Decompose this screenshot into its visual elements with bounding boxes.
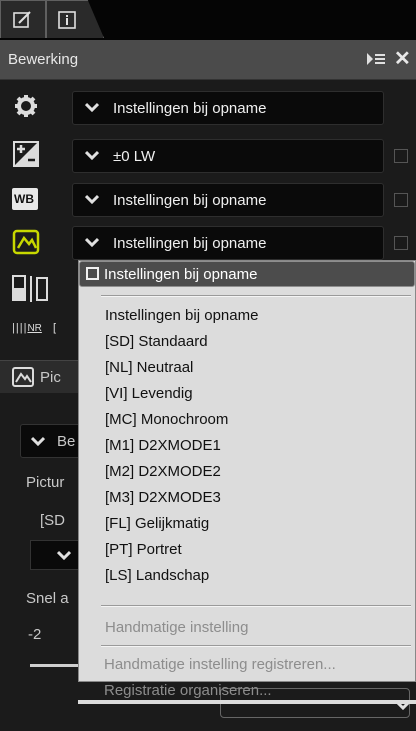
quick-adjust-label: Snel a — [26, 590, 69, 607]
menu-item-organize-registration: Registratie organiseren... — [104, 682, 272, 699]
menu-separator — [101, 605, 411, 607]
popup-current-label: Instellingen bij opname — [104, 266, 258, 283]
menu-item[interactable]: [M2] D2XMODE2 — [105, 463, 221, 480]
picture-control-selected-icon — [86, 267, 99, 280]
exposure-dropdown-value: ±0 LW — [113, 148, 156, 165]
popup-bottom-edge — [78, 700, 416, 704]
settings-dropdown[interactable]: Instellingen bij opname — [72, 91, 384, 125]
exposure-checkbox[interactable] — [394, 149, 408, 163]
exposure-compensation-icon — [13, 141, 39, 167]
picture-control-dropdown-value: Instellingen bij opname — [113, 235, 267, 252]
menu-item[interactable]: [PT] Portret — [105, 541, 182, 558]
menu-item-manual-setting: Handmatige instelling — [105, 619, 249, 636]
picture-control-section-icon — [12, 367, 34, 387]
exposure-dropdown[interactable]: ±0 LW — [72, 139, 384, 173]
menu-item[interactable]: [FL] Gelijkmatig — [105, 515, 209, 532]
menu-item[interactable]: [VI] Levendig — [105, 385, 193, 402]
info-icon — [57, 10, 76, 29]
menu-item[interactable]: [SD] Standaard — [105, 333, 208, 350]
chevron-down-icon — [31, 436, 45, 446]
noise-reduction-icon-text: NR — [27, 323, 42, 334]
picture-label: Pictur — [26, 474, 65, 491]
picture-control-section-title: Pic — [40, 369, 61, 386]
picture-control-checkbox[interactable] — [394, 236, 408, 250]
panel-title: Bewerking — [8, 51, 79, 68]
picture-sub-label: [SD — [40, 512, 66, 529]
chevron-down-icon — [85, 237, 99, 247]
popup-current-selection[interactable]: Instellingen bij opname — [79, 261, 415, 287]
chevron-down-icon — [57, 550, 71, 560]
picture-control-icon — [12, 229, 40, 255]
slider-min-label: -2 — [28, 626, 42, 643]
menu-item[interactable]: [M3] D2XMODE3 — [105, 489, 221, 506]
chevron-down-icon — [85, 194, 99, 204]
menu-separator — [101, 295, 411, 297]
white-balance-dropdown-value: Instellingen bij opname — [113, 192, 267, 209]
menu-item[interactable]: [NL] Neutraal — [105, 359, 193, 376]
picture-control-dropdown[interactable]: Instellingen bij opname — [72, 226, 384, 260]
close-icon[interactable]: ✕ — [394, 49, 411, 69]
menu-separator — [101, 645, 411, 647]
white-balance-dropdown[interactable]: Instellingen bij opname — [72, 183, 384, 217]
chevron-down-icon — [85, 150, 99, 160]
settings-gear-icon — [15, 95, 37, 117]
chevron-down-icon — [85, 102, 99, 112]
white-balance-icon: WB — [12, 188, 38, 210]
edit-icon — [13, 10, 31, 28]
noise-reduction-icon: ||||NR [ — [12, 322, 57, 334]
menu-item[interactable]: [LS] Landschap — [105, 567, 209, 584]
white-balance-icon-text: WB — [14, 192, 34, 206]
menu-item[interactable]: [MC] Monochroom — [105, 411, 228, 428]
menu-item[interactable]: Instellingen bij opname — [105, 307, 258, 324]
panel-menu-icon[interactable] — [366, 52, 386, 66]
panel-header: Bewerking ✕ — [0, 40, 416, 80]
tone-icon — [12, 275, 48, 302]
settings-dropdown-value: Instellingen bij opname — [113, 100, 267, 117]
menu-item[interactable]: [M1] D2XMODE1 — [105, 437, 221, 454]
picture-control-popup-menu: Instellingen bij opname Instellingen bij… — [78, 260, 416, 682]
white-balance-checkbox[interactable] — [394, 193, 408, 207]
picture-control-base-value: Be — [57, 433, 76, 450]
menu-item-register-manual: Handmatige instelling registreren... — [104, 656, 336, 673]
picture-sub-dropdown[interactable] — [30, 540, 80, 570]
tab-edit[interactable] — [0, 0, 46, 38]
